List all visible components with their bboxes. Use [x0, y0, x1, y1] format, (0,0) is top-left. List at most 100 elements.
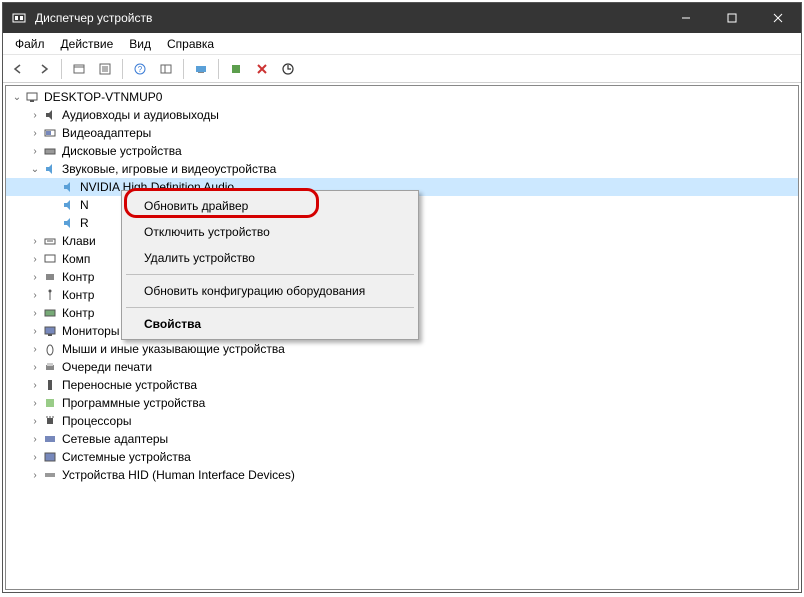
context-uninstall-device[interactable]: Удалить устройство	[124, 245, 416, 271]
menubar: Файл Действие Вид Справка	[3, 33, 801, 55]
tree-category-processors[interactable]: › Процессоры	[6, 412, 798, 430]
toolbar-separator	[61, 59, 62, 79]
context-properties[interactable]: Свойства	[124, 311, 416, 337]
tree-label: Программные устройства	[62, 396, 205, 410]
expand-icon[interactable]: ⌄	[28, 164, 42, 175]
device-manager-window: Диспетчер устройств Файл Действие Вид Сп…	[2, 2, 802, 593]
audio-icon	[42, 107, 58, 123]
tree-label: Контр	[62, 306, 94, 320]
computer-icon	[42, 251, 58, 267]
tree-category-system[interactable]: › Системные устройства	[6, 448, 798, 466]
expand-icon[interactable]: ›	[28, 146, 42, 157]
tree-label: DESKTOP-VTNMUP0	[44, 90, 162, 104]
portable-icon	[42, 377, 58, 393]
tree-category-software[interactable]: › Программные устройства	[6, 394, 798, 412]
forward-button[interactable]	[33, 58, 55, 80]
expand-icon[interactable]: ›	[28, 326, 42, 337]
tree-category-print-queue[interactable]: ›Очереди печати	[6, 358, 798, 376]
tree-category-sound[interactable]: ⌄ Звуковые, игровые и видеоустройства	[6, 160, 798, 178]
expand-icon[interactable]: ›	[28, 380, 42, 391]
tree-label: Сетевые адаптеры	[62, 432, 168, 446]
tree-label: Звуковые, игровые и видеоустройства	[62, 162, 276, 176]
enable-button[interactable]	[225, 58, 247, 80]
context-menu: Обновить драйвер Отключить устройство Уд…	[121, 190, 419, 340]
computer-icon	[24, 89, 40, 105]
expand-icon[interactable]: ›	[28, 254, 42, 265]
expand-icon[interactable]: ›	[28, 128, 42, 139]
tree-label: Дисковые устройства	[62, 144, 182, 158]
context-update-driver[interactable]: Обновить драйвер	[124, 193, 416, 219]
titlebar: Диспетчер устройств	[3, 3, 801, 33]
menu-file[interactable]: Файл	[7, 35, 53, 53]
window-buttons	[663, 3, 801, 33]
context-separator	[126, 307, 414, 308]
usb-icon	[42, 287, 58, 303]
context-separator	[126, 274, 414, 275]
menu-action[interactable]: Действие	[53, 35, 122, 53]
hid-icon	[42, 467, 58, 483]
printer-icon	[42, 359, 58, 375]
tree-label: Переносные устройства	[62, 378, 197, 392]
expand-icon[interactable]: ›	[28, 434, 42, 445]
expand-icon[interactable]: ›	[28, 416, 42, 427]
toolbar-separator	[122, 59, 123, 79]
tree-category-portable[interactable]: › Переносные устройства	[6, 376, 798, 394]
expand-icon[interactable]: ›	[28, 344, 42, 355]
context-disable-device[interactable]: Отключить устройство	[124, 219, 416, 245]
tree-category-video[interactable]: ›Видеоадаптеры	[6, 124, 798, 142]
expand-icon[interactable]: ⌄	[10, 92, 24, 103]
help-toolbar-button[interactable]: ?	[129, 58, 151, 80]
tree-category-audio-io[interactable]: ›Аудиовходы и аудиовыходы	[6, 106, 798, 124]
system-icon	[42, 449, 58, 465]
controller-icon	[42, 269, 58, 285]
tree-category-disk[interactable]: › Дисковые устройства	[6, 142, 798, 160]
monitor-icon	[42, 323, 58, 339]
tree-label: Контр	[62, 270, 94, 284]
sound-device-icon	[60, 179, 76, 195]
tree-label: Устройства HID (Human Interface Devices)	[62, 468, 295, 482]
back-button[interactable]	[7, 58, 29, 80]
close-button[interactable]	[755, 3, 801, 33]
expand-icon[interactable]: ›	[28, 308, 42, 319]
expand-icon[interactable]: ›	[28, 470, 42, 481]
disk-icon	[42, 143, 58, 159]
network-icon	[42, 431, 58, 447]
window-title: Диспетчер устройств	[35, 11, 663, 25]
context-scan-hardware[interactable]: Обновить конфигурацию оборудования	[124, 278, 416, 304]
toolbar-separator	[183, 59, 184, 79]
show-hidden-button[interactable]	[68, 58, 90, 80]
menu-view[interactable]: Вид	[121, 35, 159, 53]
scan-hardware-button[interactable]	[190, 58, 212, 80]
properties-toolbar-button[interactable]	[94, 58, 116, 80]
tree-label: Процессоры	[62, 414, 132, 428]
software-icon	[42, 395, 58, 411]
expand-icon[interactable]: ›	[28, 110, 42, 121]
tree-category-hid[interactable]: › Устройства HID (Human Interface Devices…	[6, 466, 798, 484]
expand-icon[interactable]: ›	[28, 452, 42, 463]
tree-label: Контр	[62, 288, 94, 302]
expand-icon[interactable]: ›	[28, 236, 42, 247]
tree-label: Мыши и иные указывающие устройства	[62, 342, 285, 356]
view-button[interactable]	[155, 58, 177, 80]
tree-label: Мониторы	[62, 324, 119, 338]
tree-category-network[interactable]: › Сетевые адаптеры	[6, 430, 798, 448]
expand-icon[interactable]: ›	[28, 398, 42, 409]
menu-help[interactable]: Справка	[159, 35, 222, 53]
keyboard-icon	[42, 233, 58, 249]
storage-controller-icon	[42, 305, 58, 321]
tree-label: Клави	[62, 234, 96, 248]
uninstall-toolbar-button[interactable]	[251, 58, 273, 80]
expand-icon[interactable]: ›	[28, 290, 42, 301]
minimize-button[interactable]	[663, 3, 709, 33]
update-driver-button[interactable]	[277, 58, 299, 80]
tree-label: Комп	[62, 252, 90, 266]
app-icon	[11, 10, 27, 26]
cpu-icon	[42, 413, 58, 429]
device-tree[interactable]: ⌄ DESKTOP-VTNMUP0 ›Аудиовходы и аудиовыхо…	[5, 85, 799, 590]
tree-label: Системные устройства	[62, 450, 191, 464]
tree-category-mice[interactable]: › Мыши и иные указывающие устройства	[6, 340, 798, 358]
expand-icon[interactable]: ›	[28, 362, 42, 373]
maximize-button[interactable]	[709, 3, 755, 33]
tree-root[interactable]: ⌄ DESKTOP-VTNMUP0	[6, 88, 798, 106]
expand-icon[interactable]: ›	[28, 272, 42, 283]
